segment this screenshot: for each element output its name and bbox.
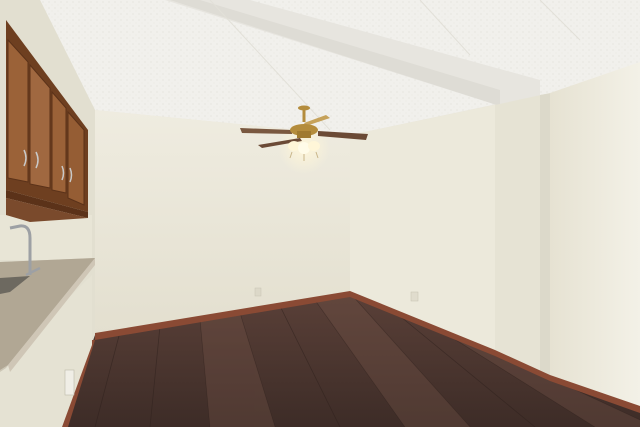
far-right-wall [550, 62, 640, 410]
fan-light [308, 141, 320, 151]
wall-outlet [254, 287, 262, 297]
wall-outlet [64, 369, 75, 396]
room-illustration [0, 0, 640, 427]
room-photo [0, 0, 640, 427]
wall-outlet [410, 291, 419, 302]
fan-light [298, 142, 310, 154]
wall-column [495, 93, 552, 380]
cabinet-door [51, 90, 67, 194]
cabinet-door [7, 38, 29, 183]
